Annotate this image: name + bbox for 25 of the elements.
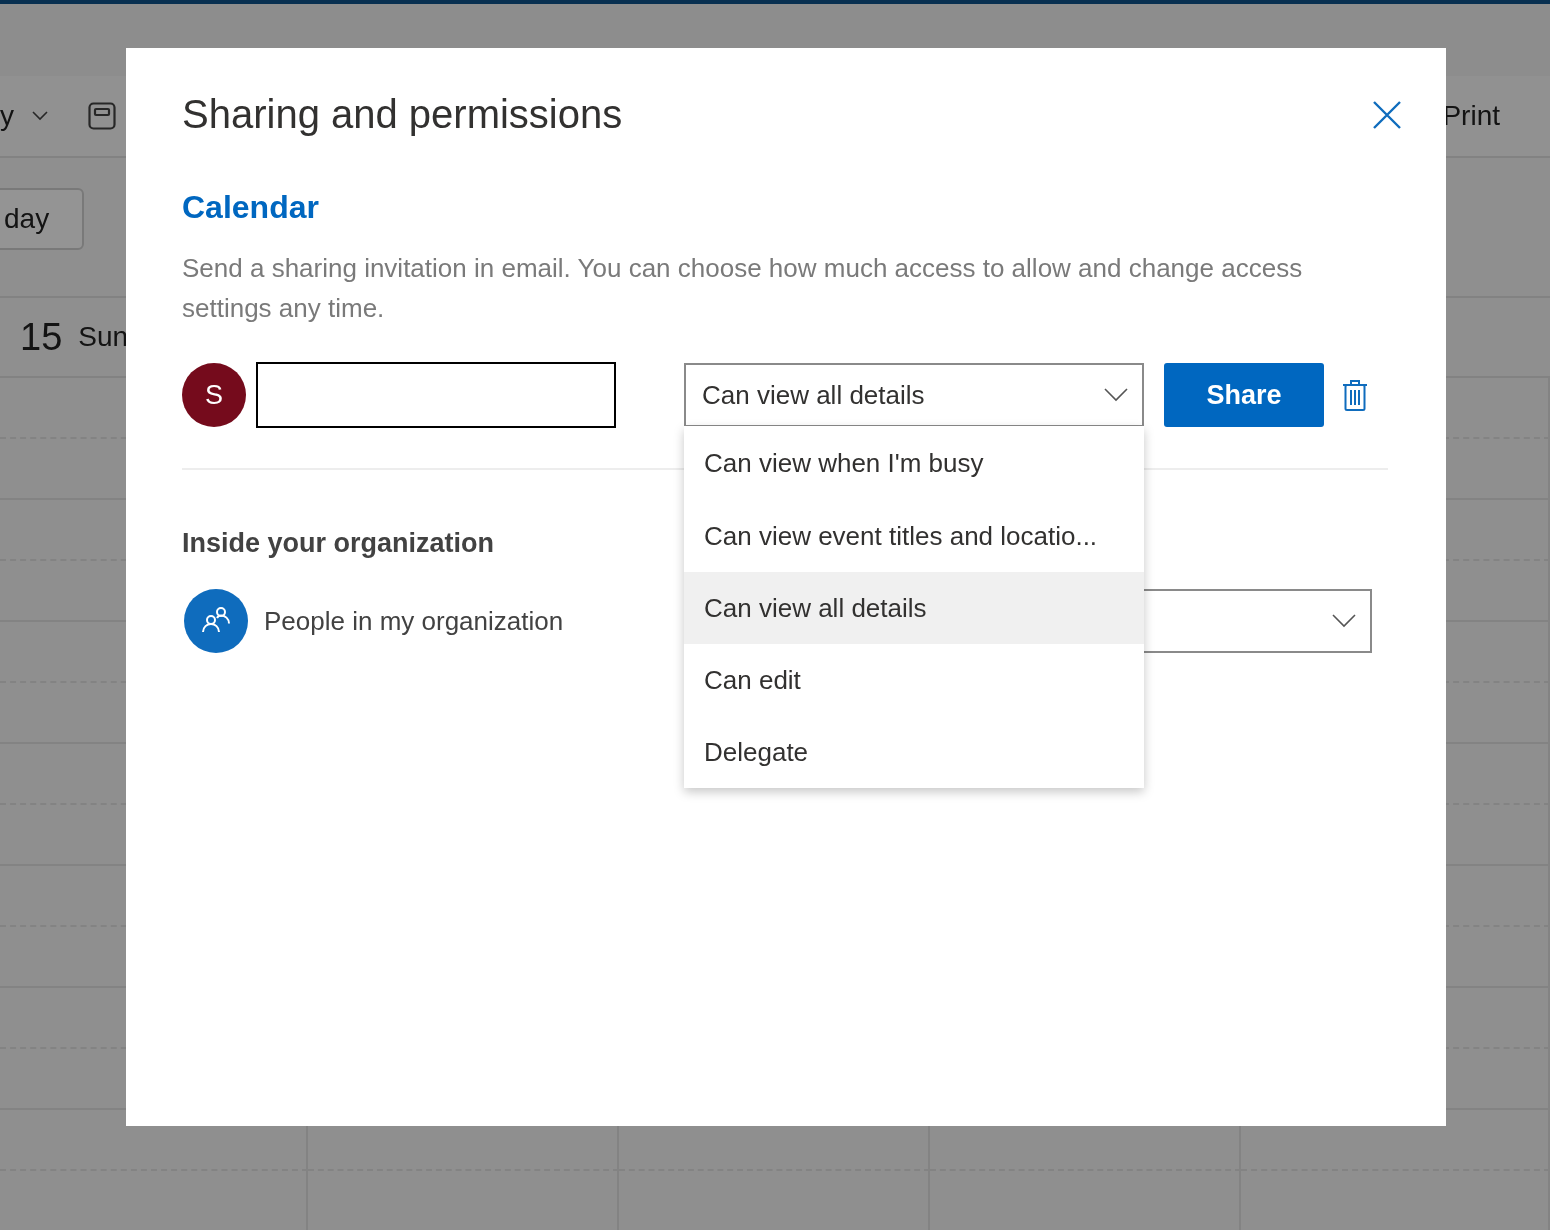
toolbar-label[interactable]: y bbox=[0, 100, 14, 132]
date-number: 15 bbox=[20, 315, 63, 359]
avatar: S bbox=[182, 363, 246, 427]
email-field[interactable] bbox=[256, 362, 616, 428]
menu-option[interactable]: Can edit bbox=[684, 644, 1144, 716]
dialog-title: Sharing and permissions bbox=[182, 92, 623, 137]
chevron-down-icon bbox=[1104, 388, 1128, 402]
menu-option[interactable]: Can view all details bbox=[684, 572, 1144, 644]
trash-icon[interactable] bbox=[1342, 379, 1368, 411]
chevron-down-icon[interactable] bbox=[32, 111, 48, 121]
section-title: Calendar bbox=[182, 189, 319, 226]
window-icon[interactable] bbox=[88, 102, 116, 130]
chevron-down-icon bbox=[1332, 614, 1356, 628]
menu-option[interactable]: Can view when I'm busy bbox=[684, 426, 1144, 500]
close-icon[interactable] bbox=[1372, 99, 1402, 130]
today-button[interactable]: day bbox=[0, 188, 84, 250]
weekday-label: Sun bbox=[78, 321, 129, 353]
share-button[interactable]: Share bbox=[1164, 363, 1324, 427]
section-heading: Inside your organization bbox=[182, 528, 495, 559]
menu-option[interactable]: Can view event titles and locatio... bbox=[684, 500, 1144, 572]
people-icon bbox=[184, 589, 248, 653]
menu-option[interactable]: Delegate bbox=[684, 716, 1144, 788]
description-text: Send a sharing invitation in email. You can choose how much access to allow and change access settings any time. bbox=[182, 252, 1304, 325]
organization-label: People in my organization bbox=[264, 605, 564, 637]
permission-dropdown[interactable]: Can view all details bbox=[684, 363, 1144, 427]
